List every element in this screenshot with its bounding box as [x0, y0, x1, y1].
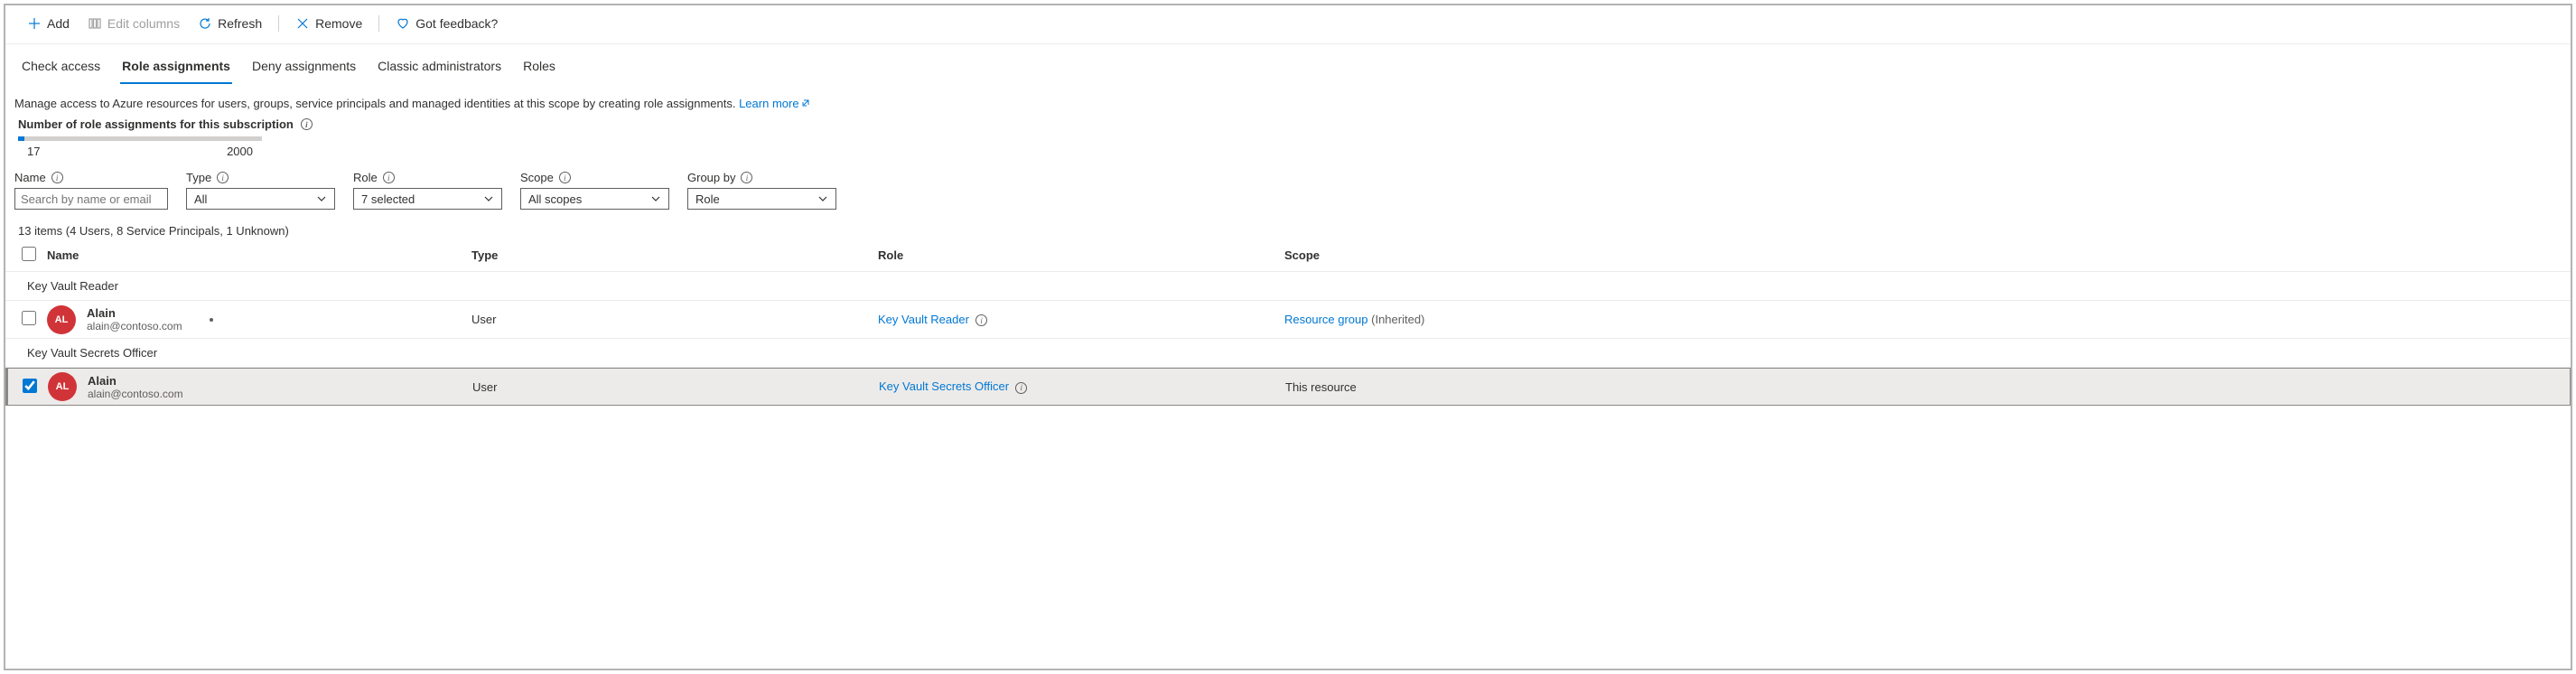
quota-max: 2000 [227, 145, 253, 158]
tab-check-access[interactable]: Check access [20, 53, 102, 84]
add-label: Add [47, 16, 70, 31]
heart-icon [396, 16, 410, 31]
row-scope-suffix: (Inherited) [1371, 313, 1424, 326]
groupby-dropdown[interactable]: Role [687, 188, 836, 210]
avatar: AL [48, 372, 77, 401]
quota-widget: Number of role assignments for this subs… [5, 117, 2571, 165]
feedback-label: Got feedback? [415, 16, 498, 31]
edit-columns-button: Edit columns [80, 13, 187, 34]
info-icon[interactable]: i [383, 172, 395, 183]
row-type: User [471, 313, 878, 326]
chevron-down-icon [817, 193, 828, 204]
add-button[interactable]: Add [20, 13, 77, 34]
row-scope: This resource [1285, 380, 2561, 394]
description-text: Manage access to Azure resources for use… [14, 97, 739, 110]
command-bar: Add Edit columns Refresh Remove Got feed… [5, 5, 2571, 44]
item-count: 13 items (4 Users, 8 Service Principals,… [5, 219, 2571, 243]
row-scope-link[interactable]: Resource group [1284, 313, 1368, 326]
table-row[interactable]: AL Alain alain@contoso.com User Key Vaul… [5, 301, 2571, 339]
row-name: Alain [87, 306, 182, 320]
scope-value: All scopes [528, 192, 582, 206]
refresh-label: Refresh [218, 16, 262, 31]
info-icon[interactable]: i [217, 172, 229, 183]
info-icon[interactable]: i [741, 172, 752, 183]
quota-fill [18, 136, 24, 141]
select-all-checkbox[interactable] [22, 247, 36, 261]
filter-scope-label: Scope [520, 171, 554, 184]
info-icon[interactable]: i [1015, 382, 1027, 394]
row-role-link[interactable]: Key Vault Reader [878, 313, 969, 326]
refresh-button[interactable]: Refresh [191, 13, 269, 34]
group-header: Key Vault Secrets Officer [5, 339, 2571, 368]
groupby-value: Role [695, 192, 720, 206]
header-scope[interactable]: Scope [1284, 248, 2562, 262]
row-role-link[interactable]: Key Vault Secrets Officer [879, 379, 1009, 393]
row-email: alain@contoso.com [88, 388, 183, 400]
indicator-dot [210, 318, 213, 322]
role-dropdown[interactable]: 7 selected [353, 188, 502, 210]
quota-bar [18, 136, 262, 141]
feedback-button[interactable]: Got feedback? [388, 13, 505, 34]
tab-bar: Check access Role assignments Deny assig… [5, 44, 2571, 84]
filter-type-label: Type [186, 171, 211, 184]
remove-button[interactable]: Remove [288, 13, 369, 34]
row-checkbox[interactable] [23, 379, 37, 393]
quota-label: Number of role assignments for this subs… [18, 117, 294, 131]
chevron-down-icon [483, 193, 494, 204]
type-dropdown[interactable]: All [186, 188, 335, 210]
header-name[interactable]: Name [47, 248, 471, 262]
table-header: Name Type Role Scope [5, 243, 2571, 272]
separator [278, 15, 279, 32]
type-value: All [194, 192, 207, 206]
description: Manage access to Azure resources for use… [5, 84, 2571, 117]
role-value: 7 selected [361, 192, 415, 206]
tab-classic-administrators[interactable]: Classic administrators [376, 53, 503, 84]
quota-current: 17 [27, 145, 40, 158]
external-link-icon [801, 98, 810, 108]
row-type: User [472, 380, 879, 394]
columns-icon [88, 16, 102, 31]
filter-role-label: Role [353, 171, 378, 184]
header-type[interactable]: Type [471, 248, 878, 262]
refresh-icon [198, 16, 212, 31]
chevron-down-icon [650, 193, 661, 204]
row-name: Alain [88, 374, 183, 388]
tab-deny-assignments[interactable]: Deny assignments [250, 53, 358, 84]
filter-groupby-label: Group by [687, 171, 735, 184]
info-icon[interactable]: i [559, 172, 571, 183]
header-role[interactable]: Role [878, 248, 1284, 262]
info-icon[interactable]: i [975, 314, 987, 326]
filter-name-label: Name [14, 171, 46, 184]
row-email: alain@contoso.com [87, 320, 182, 332]
remove-label: Remove [315, 16, 362, 31]
chevron-down-icon [316, 193, 327, 204]
close-icon [295, 16, 310, 31]
learn-more-link[interactable]: Learn more [739, 97, 809, 110]
info-icon[interactable]: i [51, 172, 63, 183]
group-header: Key Vault Reader [5, 272, 2571, 301]
plus-icon [27, 16, 42, 31]
edit-columns-label: Edit columns [107, 16, 180, 31]
scope-dropdown[interactable]: All scopes [520, 188, 669, 210]
tab-roles[interactable]: Roles [521, 53, 557, 84]
table-row[interactable]: AL Alain alain@contoso.com User Key Vaul… [5, 368, 2571, 406]
row-checkbox[interactable] [22, 311, 36, 325]
search-input[interactable] [14, 188, 168, 210]
tab-role-assignments[interactable]: Role assignments [120, 53, 232, 84]
info-icon[interactable]: i [301, 118, 313, 130]
filter-bar: Namei Typei All Rolei 7 selected Scopei … [5, 165, 2571, 219]
separator [378, 15, 379, 32]
avatar: AL [47, 305, 76, 334]
